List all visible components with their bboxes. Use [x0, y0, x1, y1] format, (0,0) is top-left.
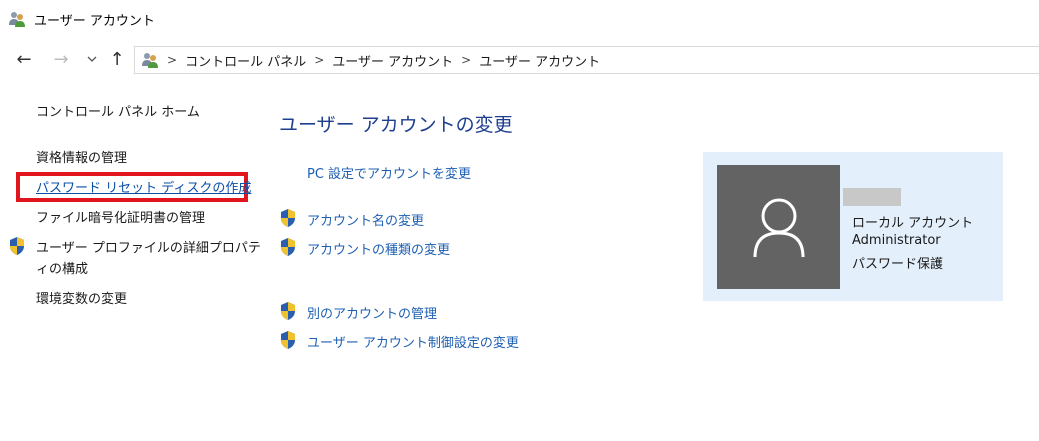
uac-shield-icon [281, 238, 295, 256]
page-title: ユーザー アカウントの変更 [279, 114, 513, 136]
task-change-account-in-pc-settings[interactable]: PC 設定でアカウントを変更 [307, 163, 471, 182]
uac-shield-icon [10, 237, 24, 255]
sidebar-item-credential-manager[interactable]: 資格情報の管理 [36, 147, 127, 166]
account-type-label: ローカル アカウント [852, 216, 974, 231]
task-change-account-type[interactable]: アカウントの種類の変更 [307, 239, 450, 258]
breadcrumb-separator[interactable]: > [167, 53, 177, 67]
account-info-panel: ローカル アカウント Administrator パスワード保護 [703, 152, 1003, 301]
redacted-username [843, 188, 901, 206]
window-title: ユーザー アカウント [34, 14, 155, 29]
account-password-status: パスワード保護 [852, 257, 944, 272]
breadcrumb-separator[interactable]: > [461, 53, 471, 67]
users-icon [142, 53, 158, 68]
breadcrumb-user-accounts[interactable]: ユーザー アカウント [332, 51, 453, 70]
breadcrumb-user-accounts-current[interactable]: ユーザー アカウント [479, 51, 600, 70]
task-change-account-name[interactable]: アカウント名の変更 [307, 210, 424, 229]
back-arrow-icon[interactable]: ← [12, 49, 36, 70]
uac-shield-icon [281, 302, 295, 320]
recent-locations-chevron-icon[interactable] [85, 49, 99, 69]
sidebar-item-file-encryption-certificates[interactable]: ファイル暗号化証明書の管理 [36, 207, 205, 226]
task-manage-another-account[interactable]: 別のアカウントの管理 [307, 303, 437, 322]
title-bar: ユーザー アカウント [0, 0, 1039, 38]
account-role-label: Administrator [852, 233, 941, 248]
avatar [717, 165, 840, 289]
sidebar-item-create-password-reset-disk[interactable]: パスワード リセット ディスクの作成 [36, 177, 251, 196]
forward-arrow-icon[interactable]: → [49, 49, 73, 70]
users-icon [9, 12, 25, 27]
breadcrumb-control-panel[interactable]: コントロール パネル [185, 51, 306, 70]
address-bar[interactable]: > コントロール パネル > ユーザー アカウント > ユーザー アカウント [134, 46, 1039, 74]
up-arrow-icon[interactable]: ↑ [106, 49, 128, 70]
sidebar-item-control-panel-home[interactable]: コントロール パネル ホーム [36, 101, 200, 120]
task-change-uac-settings[interactable]: ユーザー アカウント制御設定の変更 [307, 332, 519, 351]
sidebar-item-advanced-profile-properties-cont[interactable]: ィの構成 [36, 258, 88, 277]
uac-shield-icon [281, 331, 295, 349]
navigation-bar: ← → ↑ > コントロール パネル > ユーザー アカウント > ユーザー ア… [0, 42, 1039, 76]
sidebar-item-environment-variables[interactable]: 環境変数の変更 [36, 288, 127, 307]
breadcrumb-separator[interactable]: > [314, 53, 324, 67]
uac-shield-icon [281, 209, 295, 227]
sidebar-item-advanced-profile-properties[interactable]: ユーザー プロファイルの詳細プロパテ [36, 237, 261, 256]
user-silhouette-icon [753, 198, 805, 258]
